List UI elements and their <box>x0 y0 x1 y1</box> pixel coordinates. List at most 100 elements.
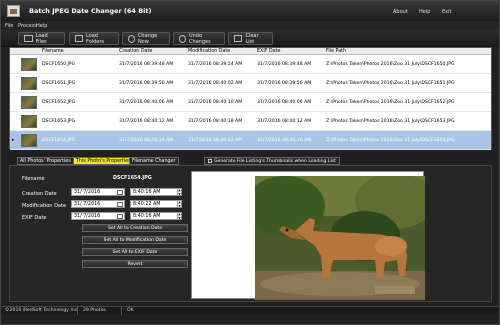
cell-file-path: Z:\Photos Taken\Photos 2016\Zoo 31 July\… <box>326 81 455 86</box>
generate-thumbnails-label: Generate File Listing's Thumbnails when … <box>214 158 336 164</box>
modification-date-label: Modification Date <box>22 203 67 209</box>
cell-modification-date: 31/7/2016 08:40:02 AM <box>188 81 243 86</box>
cell-filename: DSCF1653.JPG <box>42 119 76 124</box>
exif-time-value: 8:40:16 AM <box>133 214 161 219</box>
set-all-creation-button[interactable]: Set All to Creation Date <box>82 224 188 232</box>
toolbar: Load Files Load Folders Change Now Undo … <box>1 30 499 47</box>
photo-thumbnail <box>21 58 37 71</box>
tab-all-photos-properties[interactable]: All Photos' Properties <box>17 157 74 165</box>
generate-thumbnails-checkbox[interactable] <box>208 159 212 163</box>
cell-modification-date: 31/7/2016 08:39:54 AM <box>188 62 243 67</box>
load-files-label: Load Files <box>35 32 48 45</box>
cell-creation-date: 31/7/2016 08:40:12 AM <box>119 119 174 124</box>
photo-thumbnail <box>21 96 37 109</box>
exif-date-label: EXIF Date <box>22 215 47 221</box>
change-now-label: Change Now <box>137 32 158 45</box>
load-folders-button[interactable]: Load Folders <box>69 32 119 45</box>
cell-creation-date: 31/7/2016 08:39:56 AM <box>119 81 174 86</box>
cell-creation-date: 31/7/2016 08:40:06 AM <box>119 100 174 105</box>
modification-time-picker[interactable]: 8:40:22 AM ▲ ▼ <box>130 200 182 208</box>
current-row-arrow-icon: ▸ <box>12 138 15 143</box>
cell-file-path: Z:\Photos Taken\Photos 2016\Zoo 31 July\… <box>326 138 455 143</box>
cell-modification-date: 31/7/2016 08:40:10 AM <box>188 100 243 105</box>
cell-modification-date: 31/7/2016 08:40:22 AM <box>188 138 243 143</box>
filename-label: Filename <box>22 176 45 182</box>
file-list-grid[interactable]: Filename Creation Date Modification Date… <box>9 47 492 150</box>
table-row[interactable]: DSCF1653.JPG 31/7/2016 08:40:12 AM 31/7/… <box>10 112 491 131</box>
column-file-path[interactable]: File Path <box>326 49 346 54</box>
modification-date-value: 31/ 7/2016 <box>74 202 101 207</box>
exif-date-value: 31/ 7/2016 <box>74 214 101 219</box>
exif-time-picker[interactable]: 8:40:16 AM ▲ ▼ <box>130 212 182 220</box>
tab-this-photo-properties[interactable]: This Photo's Properties <box>73 157 134 165</box>
photo-thumbnail <box>21 115 37 128</box>
menu-help[interactable]: Help <box>36 23 47 29</box>
app-photo-icon <box>7 5 20 17</box>
column-filename[interactable]: Filename <box>42 49 64 54</box>
cell-creation-date: 31/7/2016 08:39:48 AM <box>119 62 174 67</box>
cell-filename: DSCF1652.JPG <box>42 100 76 105</box>
cell-exif-date: 31/7/2016 08:40:16 AM <box>257 138 312 143</box>
cell-exif-date: 31/7/2016 08:39:48 AM <box>257 62 312 67</box>
spin-arrows-icon[interactable]: ▲ ▼ <box>177 212 181 220</box>
properties-tabs: All Photos' Properties This Photo's Prop… <box>9 156 492 165</box>
table-row-selected[interactable]: ▸ DSCF1654.JPG 31/7/2016 08:40:16 AM 31/… <box>10 131 491 150</box>
menu-file[interactable]: File <box>5 23 13 29</box>
files-icon <box>24 35 33 42</box>
change-now-button[interactable]: Change Now <box>122 32 170 45</box>
cell-exif-date: 31/7/2016 08:40:12 AM <box>257 119 312 124</box>
table-row[interactable]: DSCF1650.JPG 31/7/2016 08:39:48 AM 31/7/… <box>10 55 491 74</box>
exit-link[interactable]: Exit <box>442 9 451 15</box>
filename-value: DSCF1654.JPG <box>113 176 152 181</box>
app-window: Batch JPEG Date Changer (64 Bit) About H… <box>0 0 500 325</box>
creation-time-value: 8:40:16 AM <box>133 190 161 195</box>
about-link[interactable]: About <box>393 9 408 15</box>
calendar-dropdown-icon[interactable] <box>117 214 123 219</box>
cell-filename: DSCF1651.JPG <box>42 81 76 86</box>
menu-process[interactable]: Process <box>18 23 37 29</box>
undo-changes-label: Undo Changes <box>188 32 211 45</box>
deer-photo <box>255 176 425 300</box>
cell-file-path: Z:\Photos Taken\Photos 2016\Zoo 31 July\… <box>326 119 455 124</box>
clear-list-button[interactable]: Clear List <box>228 32 273 45</box>
status-state: OK <box>127 308 134 313</box>
cell-creation-date: 31/7/2016 08:40:16 AM <box>119 138 174 143</box>
load-files-button[interactable]: Load Files <box>18 32 65 45</box>
column-creation-date[interactable]: Creation Date <box>119 49 152 54</box>
exif-date-picker[interactable]: 31/ 7/2016 <box>71 212 125 220</box>
cell-exif-date: 31/7/2016 08:40:06 AM <box>257 100 312 105</box>
column-modification-date[interactable]: Modification Date <box>188 49 230 54</box>
spin-arrows-icon[interactable]: ▲ ▼ <box>177 200 181 208</box>
photo-thumbnail <box>21 77 37 90</box>
cell-filename: DSCF1654.JPG <box>42 138 76 143</box>
cell-filename: DSCF1650.JPG <box>42 62 76 67</box>
modification-date-picker[interactable]: 31/ 7/2016 <box>71 200 125 208</box>
creation-date-picker[interactable]: 31/ 7/2016 <box>71 188 125 196</box>
menu-bar: File Process Help <box>1 21 499 30</box>
table-row[interactable]: DSCF1651.JPG 31/7/2016 08:39:56 AM 31/7/… <box>10 74 491 93</box>
cell-file-path: Z:\Photos Taken\Photos 2016\Zoo 31 July\… <box>326 62 455 67</box>
calendar-dropdown-icon[interactable] <box>117 202 123 207</box>
clear-list-label: Clear List <box>245 32 259 45</box>
undo-changes-button[interactable]: Undo Changes <box>173 32 225 45</box>
set-all-exif-button[interactable]: Set All to EXIF Date <box>82 248 188 256</box>
revert-button[interactable]: Revert <box>82 260 188 268</box>
column-exif-date[interactable]: EXIF Date <box>257 49 280 54</box>
load-folders-label: Load Folders <box>85 32 105 45</box>
modification-time-value: 8:40:22 AM <box>133 202 161 207</box>
creation-date-value: 31/ 7/2016 <box>74 190 101 195</box>
generate-thumbnails-option[interactable]: Generate File Listing's Thumbnails when … <box>204 157 340 165</box>
copyright-text: ©2016 iRedSoft Technology Inc <box>5 308 78 313</box>
spin-arrows-icon[interactable]: ▲ ▼ <box>177 188 181 196</box>
table-row[interactable]: DSCF1652.JPG 31/7/2016 08:40:06 AM 31/7/… <box>10 93 491 112</box>
calendar-dropdown-icon[interactable] <box>117 190 123 195</box>
set-all-modification-button[interactable]: Set All to Modification Date <box>82 236 188 244</box>
creation-time-picker[interactable]: 8:40:16 AM ▲ ▼ <box>130 188 182 196</box>
grid-header: Filename Creation Date Modification Date… <box>10 48 491 55</box>
undo-icon <box>179 34 186 43</box>
help-link[interactable]: Help <box>419 9 430 15</box>
photo-preview <box>191 171 425 300</box>
folder-icon <box>75 35 83 42</box>
tab-filename-changer[interactable]: Filename Changer <box>129 157 179 165</box>
status-divider <box>121 307 122 315</box>
